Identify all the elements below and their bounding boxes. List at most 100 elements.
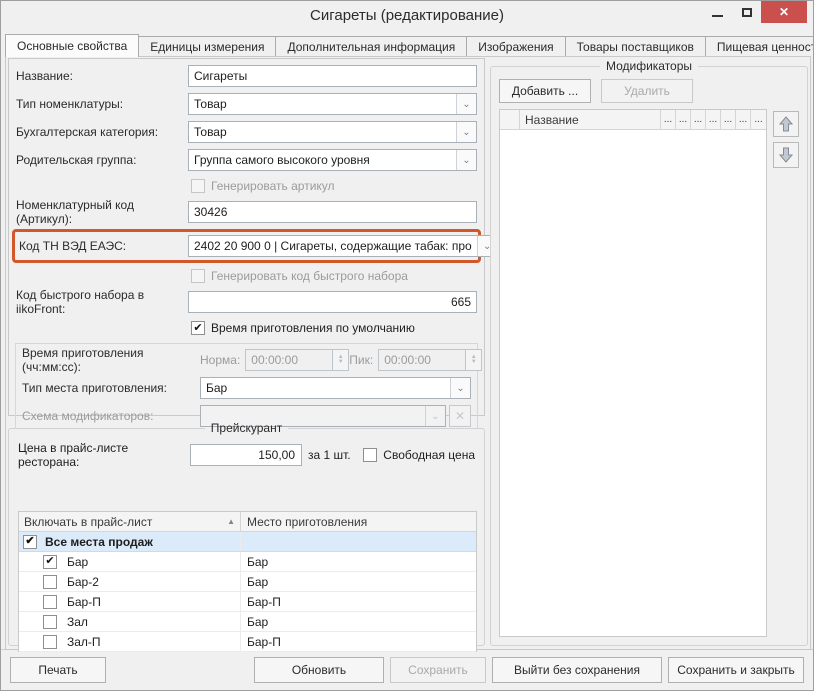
norm-time-spinner: 00:00:00 ▲▼: [245, 349, 349, 371]
sort-asc-icon: ▲: [227, 517, 235, 526]
tab-additional-info[interactable]: Дополнительная информация: [275, 36, 467, 57]
price-table-col1-header[interactable]: Включать в прайс-лист ▲: [19, 512, 241, 531]
tnved-select[interactable]: 2402 20 900 0 | Сигареты, содержащие таб…: [188, 235, 498, 257]
article-input[interactable]: 30426: [188, 201, 477, 223]
move-up-button[interactable]: [773, 111, 799, 137]
quick-code-input[interactable]: 665: [188, 291, 477, 313]
tab-bar: Основные свойства Единицы измерения Допо…: [5, 34, 809, 57]
modifiers-dot-column-header[interactable]: ...: [676, 110, 691, 129]
name-input[interactable]: Сигареты: [188, 65, 477, 87]
cook-place-type-label: Тип места приготовления:: [22, 381, 200, 395]
spinner-arrows-icon: ▲▼: [466, 349, 482, 371]
nomenclature-type-label: Тип номенклатуры:: [16, 97, 188, 111]
window-title: Сигареты (редактирование): [1, 7, 813, 24]
table-row[interactable]: Бар-2 Бар: [19, 572, 476, 592]
chevron-down-icon[interactable]: ⌄: [456, 122, 476, 142]
modifiers-dot-column-header[interactable]: ...: [661, 110, 676, 129]
table-row[interactable]: Бар-П Бар-П: [19, 592, 476, 612]
tab-units[interactable]: Единицы измерения: [138, 36, 276, 57]
save-and-close-button[interactable]: Сохранить и закрыть: [668, 657, 804, 683]
modifiers-table-header: Название ... ... ... ... ... ... ...: [500, 110, 766, 130]
window-controls: ✕: [703, 1, 807, 23]
maximize-button[interactable]: [732, 1, 761, 23]
chevron-down-icon[interactable]: ⌄: [456, 94, 476, 114]
title-bar: Сигареты (редактирование) ✕: [1, 1, 813, 33]
row-checkbox[interactable]: [43, 595, 57, 609]
all-places-checkbox[interactable]: [23, 535, 37, 549]
pricing-legend: Прейскурант: [205, 421, 288, 435]
default-cook-time-label: Время приготовления по умолчанию: [211, 321, 415, 335]
row-checkbox[interactable]: [43, 615, 57, 629]
modifiers-dot-column-header[interactable]: ...: [736, 110, 751, 129]
price-label: Цена в прайс-листе ресторана:: [18, 441, 190, 469]
tab-images[interactable]: Изображения: [466, 36, 565, 57]
peak-label: Пик:: [349, 353, 373, 367]
spinner-arrows-icon: ▲▼: [333, 349, 349, 371]
table-row[interactable]: Зал Бар: [19, 612, 476, 632]
default-cook-time-checkbox[interactable]: [191, 321, 205, 335]
price-unit-text: за 1 шт.: [308, 448, 351, 462]
nomenclature-type-select[interactable]: Товар ⌄: [188, 93, 477, 115]
table-row-all-sale-places[interactable]: Все места продаж: [19, 532, 476, 552]
free-price-checkbox[interactable]: [363, 448, 377, 462]
minimize-button[interactable]: [703, 1, 732, 23]
print-button[interactable]: Печать: [10, 657, 106, 683]
maximize-icon: [742, 8, 752, 17]
accounting-category-label: Бухгалтерская категория:: [16, 125, 188, 139]
article-label: Номенклатурный код (Артикул):: [16, 198, 188, 226]
generate-quick-code-checkbox: [191, 269, 205, 283]
arrow-down-icon: [779, 147, 793, 163]
tab-main-properties[interactable]: Основные свойства: [5, 34, 139, 57]
modifiers-dot-column-header[interactable]: ...: [751, 110, 766, 129]
price-list-table: Включать в прайс-лист ▲ Место приготовле…: [18, 511, 477, 652]
price-input[interactable]: 150,00: [190, 444, 302, 466]
modifiers-dot-column-header[interactable]: ...: [691, 110, 706, 129]
fields-panel: Название: Сигареты Тип номенклатуры: Тов…: [8, 58, 485, 416]
arrow-up-icon: [779, 116, 793, 132]
tnved-label: Код ТН ВЭД ЕАЭС:: [19, 239, 188, 253]
chevron-down-icon[interactable]: ⌄: [456, 150, 476, 170]
app-window: Сигареты (редактирование) ✕ Основные сво…: [0, 0, 814, 691]
exit-without-saving-button[interactable]: Выйти без сохранения: [492, 657, 662, 683]
tnved-highlight-frame: Код ТН ВЭД ЕАЭС: 2402 20 900 0 | Сигарет…: [12, 229, 481, 263]
tab-supplier-products[interactable]: Товары поставщиков: [565, 36, 706, 57]
price-table-header: Включать в прайс-лист ▲ Место приготовле…: [19, 512, 476, 532]
name-label: Название:: [16, 69, 188, 83]
generate-article-label: Генерировать артикул: [211, 179, 335, 193]
peak-time-spinner: 00:00:00 ▲▼: [378, 349, 482, 371]
modifiers-legend: Модификаторы: [600, 59, 698, 73]
modifiers-table: Название ... ... ... ... ... ... ...: [499, 109, 767, 637]
tab-page-main-properties: Название: Сигареты Тип номенклатуры: Тов…: [5, 56, 811, 650]
modifiers-dot-column-header[interactable]: ...: [721, 110, 736, 129]
tab-nutrition[interactable]: Пищевая ценность: [705, 36, 814, 57]
cook-place-type-select[interactable]: Бар ⌄: [200, 377, 471, 399]
chevron-down-icon[interactable]: ⌄: [450, 378, 470, 398]
accounting-category-select[interactable]: Товар ⌄: [188, 121, 477, 143]
close-button[interactable]: ✕: [761, 1, 807, 23]
delete-modifier-button: Удалить: [601, 79, 693, 103]
row-checkbox[interactable]: [43, 555, 57, 569]
table-row[interactable]: Зал-П Бар-П: [19, 632, 476, 652]
modifiers-section: Модификаторы Добавить ... Удалить Назван…: [490, 59, 808, 646]
close-icon: ✕: [779, 5, 789, 19]
modifiers-name-column-header[interactable]: Название: [520, 110, 661, 129]
parent-group-label: Родительская группа:: [16, 153, 188, 167]
pricing-section: Прейскурант Цена в прайс-листе ресторана…: [8, 421, 485, 646]
footer-bar: Печать Обновить Сохранить Выйти без сохр…: [1, 649, 813, 690]
parent-group-select[interactable]: Группа самого высокого уровня ⌄: [188, 149, 477, 171]
row-checkbox[interactable]: [43, 635, 57, 649]
add-modifier-button[interactable]: Добавить ...: [499, 79, 591, 103]
price-table-col2-header[interactable]: Место приготовления: [241, 512, 476, 531]
free-price-label: Свободная цена: [383, 448, 475, 462]
norm-label: Норма:: [200, 353, 240, 367]
quick-code-label: Код быстрого набора в iikoFront:: [16, 288, 188, 316]
refresh-button[interactable]: Обновить: [254, 657, 384, 683]
move-down-button[interactable]: [773, 142, 799, 168]
generate-article-checkbox: [191, 179, 205, 193]
row-checkbox[interactable]: [43, 575, 57, 589]
minimize-icon: [712, 15, 723, 17]
generate-quick-code-label: Генерировать код быстрого набора: [211, 269, 408, 283]
save-button: Сохранить: [390, 657, 486, 683]
modifiers-dot-column-header[interactable]: ...: [706, 110, 721, 129]
table-row[interactable]: Бар Бар: [19, 552, 476, 572]
